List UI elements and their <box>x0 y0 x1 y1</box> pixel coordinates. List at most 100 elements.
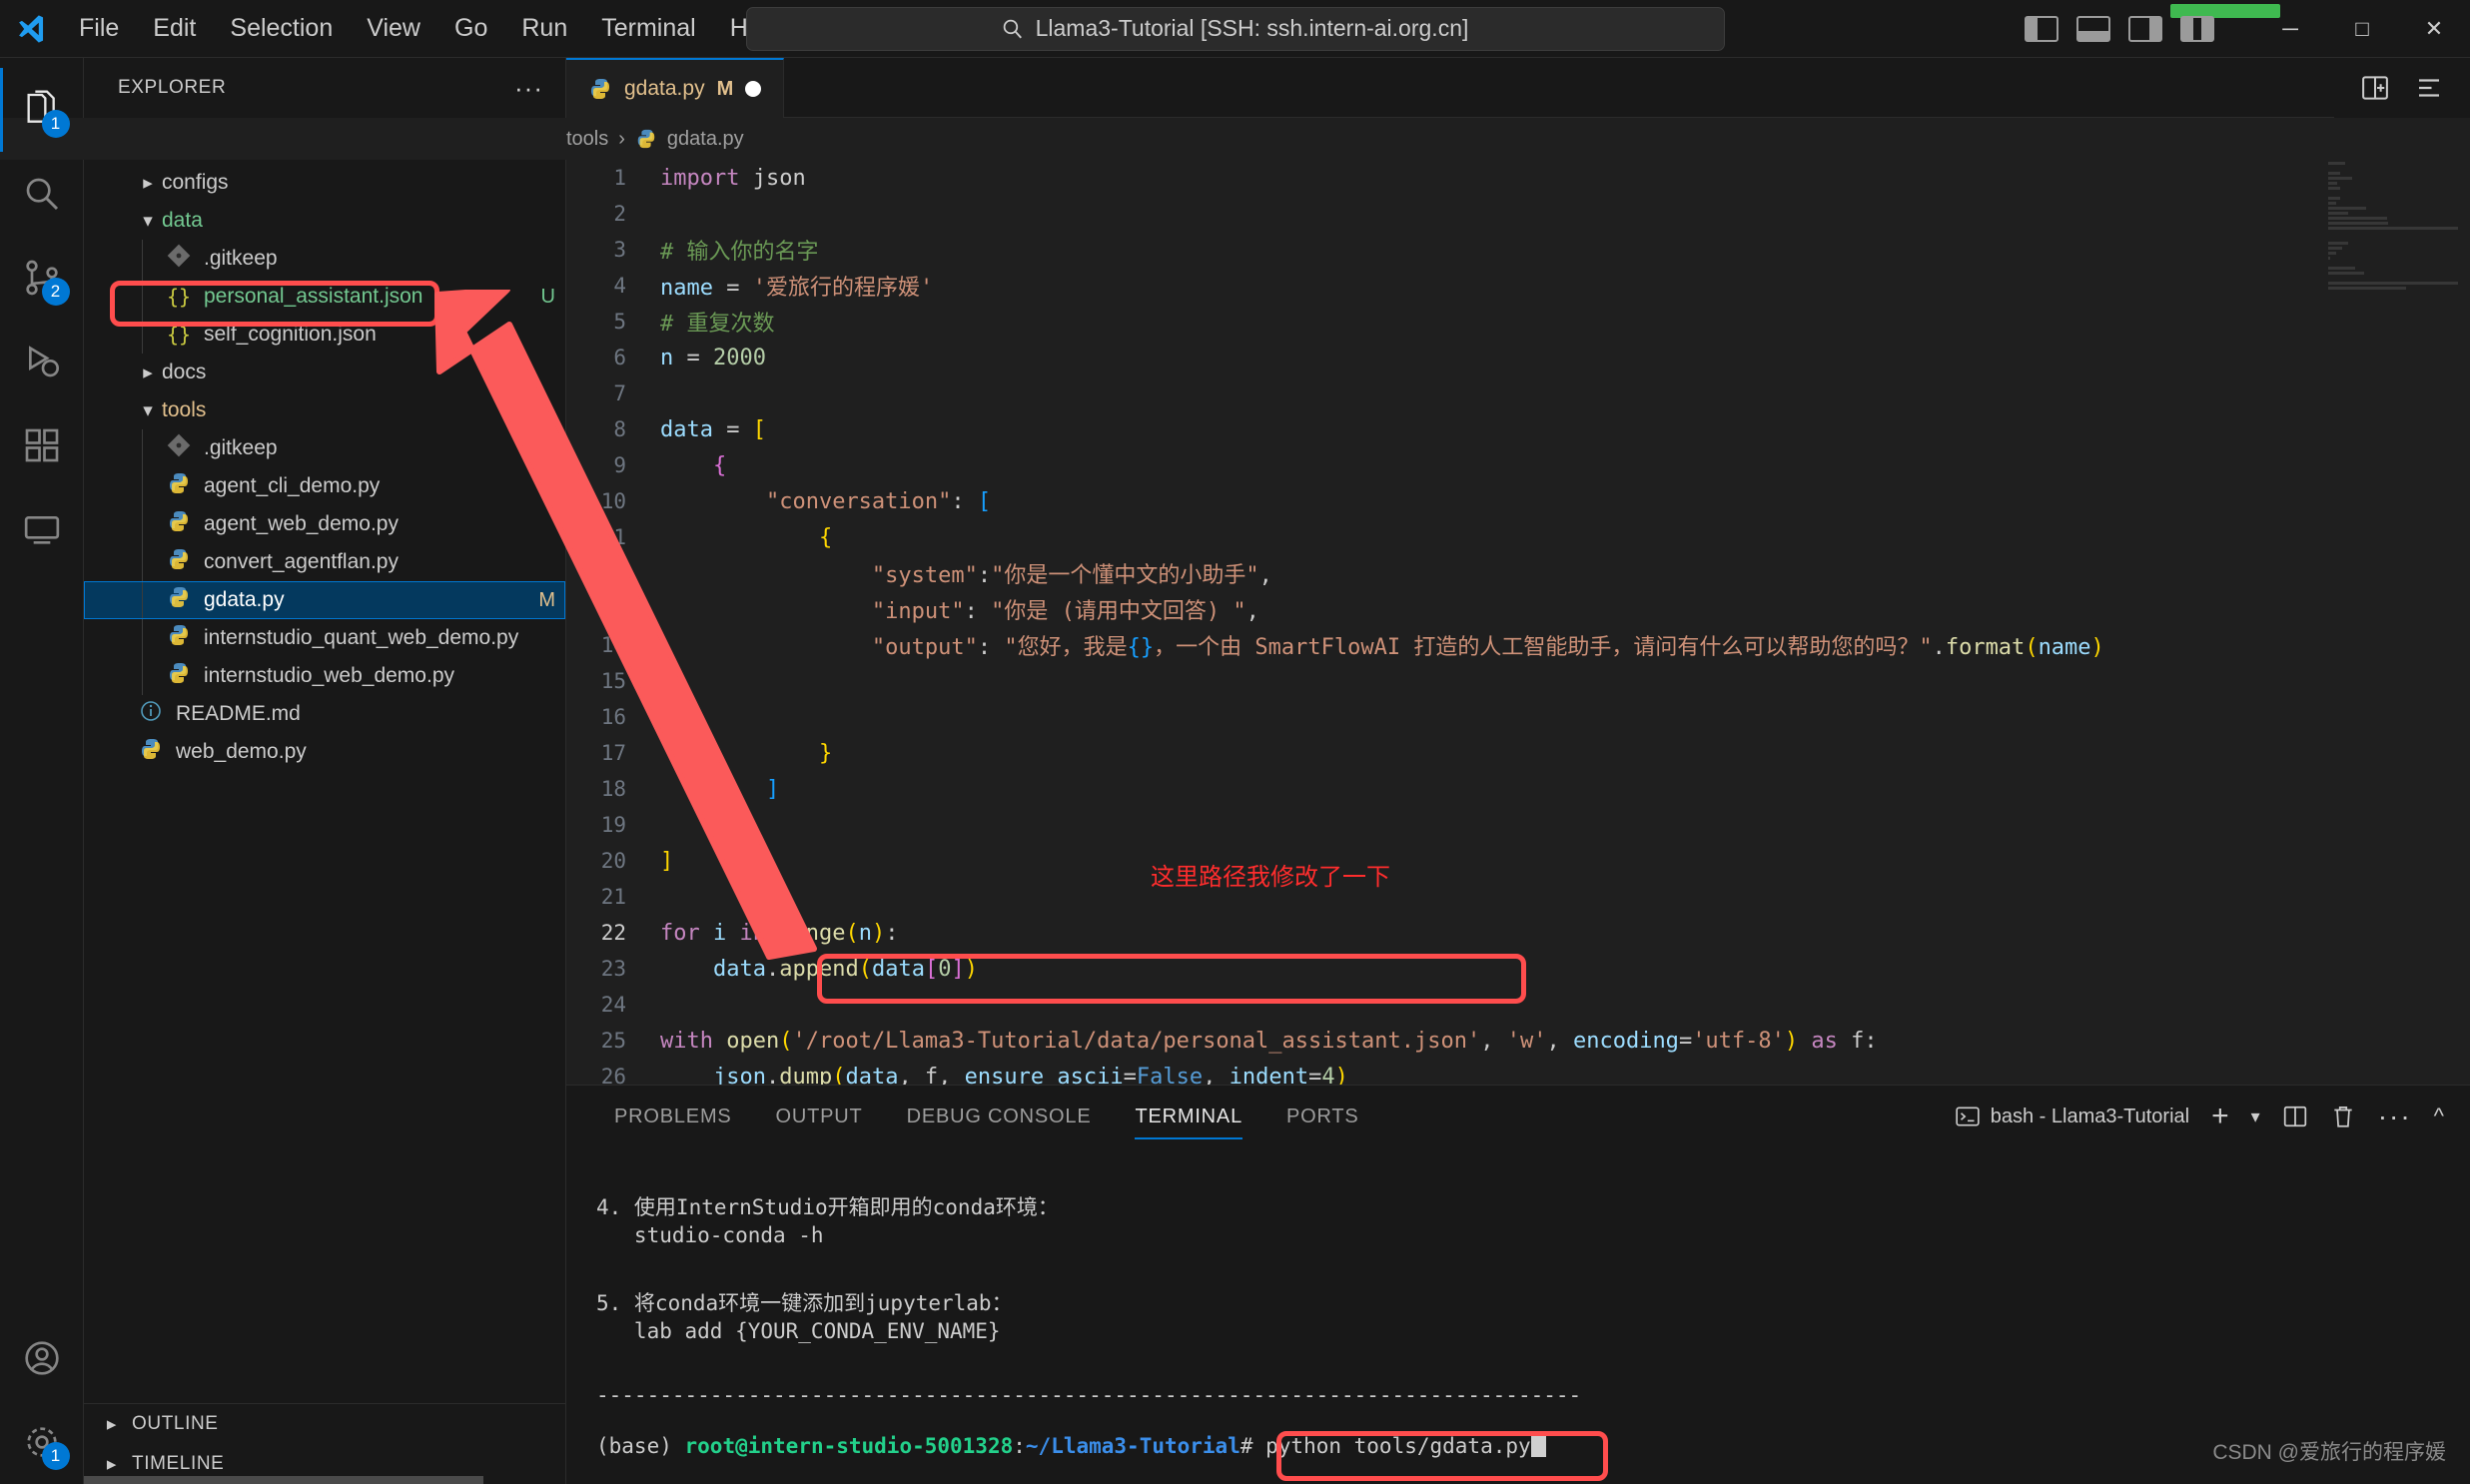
activity-settings[interactable]: 1 <box>0 1400 84 1484</box>
tree-item-internstudio-web-demo-py[interactable]: internstudio_web_demo.py <box>84 657 565 695</box>
activity-search[interactable] <box>0 152 84 236</box>
menu-run[interactable]: Run <box>504 8 584 49</box>
toggle-panel-icon[interactable] <box>2076 15 2110 42</box>
code-line-20[interactable]: 20] <box>566 843 2470 879</box>
split-editor-icon[interactable] <box>2360 73 2390 103</box>
more-actions-icon[interactable]: ··· <box>2378 1101 2412 1132</box>
chevron-down-icon[interactable]: ▾ <box>2251 1107 2260 1127</box>
breadcrumb-folder[interactable]: tools <box>566 128 608 151</box>
chevron-right-icon[interactable]: ▸ <box>134 362 162 384</box>
breadcrumb[interactable]: tools › gdata.py <box>0 118 2470 160</box>
code-editor[interactable]: 1 import json 2 3 # 输入你的名字 4 name = '爱旅行的程序媛' 5… <box>566 160 2470 1085</box>
sidebar-panel-outline[interactable]: ▸ OUTLINE <box>84 1404 565 1444</box>
tree-item-data[interactable]: ▾ data <box>84 202 565 240</box>
tree-item-internstudio-quant-web-demo-py[interactable]: internstudio_quant_web_demo.py <box>84 619 565 657</box>
minimap[interactable] <box>2320 160 2470 1085</box>
code-line-19[interactable]: 19 } <box>566 807 2470 843</box>
tree-item--gitkeep[interactable]: .gitkeep <box>84 240 565 278</box>
activity-run-debug[interactable] <box>0 320 84 403</box>
tab-problems[interactable]: PROBLEMS <box>592 1086 754 1147</box>
code-line-7[interactable]: 7 <box>566 375 2470 411</box>
split-terminal-icon[interactable] <box>2282 1104 2308 1129</box>
tree-item-configs[interactable]: ▸ configs <box>84 164 565 202</box>
tree-item-readme-md[interactable]: README.md <box>84 695 565 733</box>
tab-debug-console[interactable]: DEBUG CONSOLE <box>885 1086 1114 1147</box>
code-line-24[interactable]: 24 <box>566 987 2470 1023</box>
code-line-23[interactable]: 23 data.append(data[0]) <box>566 951 2470 987</box>
code-line-25[interactable]: 25 with open('/root/Llama3-Tutorial/data/… <box>566 1023 2470 1059</box>
activity-remote-explorer[interactable] <box>0 487 84 571</box>
new-terminal-icon[interactable]: + <box>2211 1100 2229 1133</box>
code-line-1[interactable]: 1 import json <box>566 160 2470 196</box>
tree-item-docs[interactable]: ▸ docs <box>84 354 565 391</box>
tree-item-tools[interactable]: ▾ tools <box>84 391 565 429</box>
menu-file[interactable]: File <box>62 8 136 49</box>
activity-explorer[interactable]: 1 <box>0 68 84 152</box>
customize-layout-icon[interactable] <box>2180 15 2214 42</box>
toggle-secondary-sidebar-icon[interactable] <box>2128 15 2162 42</box>
command-center-search[interactable]: Llama3-Tutorial [SSH: ssh.intern-ai.org.… <box>745 6 1725 51</box>
tree-item-convert-agentflan-py[interactable]: convert_agentflan.py <box>84 543 565 581</box>
menu-view[interactable]: View <box>350 8 437 49</box>
horizontal-scrollbar[interactable] <box>84 1476 483 1484</box>
code-line-12[interactable]: 12 "system":"你是一个懂中文的小助手", <box>566 555 2470 591</box>
activity-accounts[interactable] <box>0 1316 84 1400</box>
menu-terminal[interactable]: Terminal <box>584 8 712 49</box>
maximize-panel-icon[interactable]: ^ <box>2434 1104 2444 1129</box>
tab-ports[interactable]: PORTS <box>1264 1086 1381 1147</box>
close-button[interactable]: ✕ <box>2398 0 2470 58</box>
code-line-17[interactable]: 17 } <box>566 735 2470 771</box>
menu-selection[interactable]: Selection <box>213 8 350 49</box>
tree-item-personal-assistant-json[interactable]: {} personal_assistant.json U <box>84 278 565 316</box>
terminal-selector[interactable]: bash - Llama3-Tutorial <box>1955 1104 2189 1129</box>
terminal-output[interactable]: 4. 使用InternStudio开箱即用的conda环境： studio-co… <box>566 1147 2470 1484</box>
tree-item-agent-web-demo-py[interactable]: agent_web_demo.py <box>84 505 565 543</box>
code-line-9[interactable]: 9 { <box>566 447 2470 483</box>
activity-source-control[interactable]: 2 <box>0 236 84 320</box>
code-line-8[interactable]: 8 data = [ <box>566 411 2470 447</box>
tree-item-gdata-py[interactable]: gdata.py M <box>84 581 565 619</box>
tree-item-web-demo-py[interactable]: web_demo.py <box>84 733 565 771</box>
terminal-prompt-line[interactable]: (base) root@intern-studio-5001328:~/Llam… <box>596 1433 2440 1465</box>
file-tree[interactable]: ▸ configs ▾ data .gitkeep{} personal_assistan… <box>84 164 565 1403</box>
code-lines[interactable]: 1 import json 2 3 # 输入你的名字 4 name = '爱旅行的程序媛' 5… <box>566 160 2470 1086</box>
code-line-14[interactable]: 14 "output": "您好，我是{}，一个由 SmartFlowAI 打造… <box>566 627 2470 663</box>
menu-go[interactable]: Go <box>437 8 504 49</box>
sidebar-more-actions-icon[interactable]: ··· <box>514 73 543 104</box>
code-line-10[interactable]: 10 "conversation": [ <box>566 483 2470 519</box>
tree-item--gitkeep[interactable]: .gitkeep <box>84 429 565 467</box>
tree-item-self-cognition-json[interactable]: {} self_cognition.json <box>84 316 565 354</box>
code-line-22[interactable]: 22 for i in range(n): <box>566 915 2470 951</box>
tab-terminal[interactable]: TERMINAL <box>1113 1086 1264 1147</box>
menu-bar[interactable]: File Edit Selection View Go Run Terminal… <box>62 8 798 49</box>
tab-output[interactable]: OUTPUT <box>754 1086 885 1147</box>
code-line-13[interactable]: 13 "input": "你是 (请用中文回答) ", <box>566 591 2470 627</box>
toggle-primary-sidebar-icon[interactable] <box>2025 15 2058 42</box>
code-line-16[interactable]: 16 <box>566 699 2470 735</box>
more-actions-icon[interactable] <box>2414 73 2444 103</box>
panel-tab-bar[interactable]: PROBLEMS OUTPUT DEBUG CONSOLE TERMINAL P… <box>566 1086 2470 1147</box>
code-line-6[interactable]: 6 n = 2000 <box>566 340 2470 375</box>
code-line-18[interactable]: 18 ] <box>566 771 2470 807</box>
code-line-11[interactable]: 11 { <box>566 519 2470 555</box>
trash-icon[interactable] <box>2330 1104 2356 1129</box>
chevron-down-icon[interactable]: ▾ <box>134 210 162 233</box>
code-line-26[interactable]: 26 json.dump(data, f, ensure_ascii=False… <box>566 1059 2470 1086</box>
code-line-3[interactable]: 3 # 输入你的名字 <box>566 232 2470 268</box>
tab-gdata-py[interactable]: gdata.py M <box>566 58 785 118</box>
code-line-2[interactable]: 2 <box>566 196 2470 232</box>
code-line-15[interactable]: 15 <box>566 663 2470 699</box>
chevron-right-icon[interactable]: ▸ <box>134 172 162 195</box>
code-line-5[interactable]: 5 # 重复次数 <box>566 304 2470 340</box>
chevron-down-icon[interactable]: ▾ <box>134 399 162 422</box>
tab-dirty-indicator[interactable] <box>745 81 762 97</box>
maximize-button[interactable]: □ <box>2326 0 2398 58</box>
code-line-21[interactable]: 21 <box>566 879 2470 915</box>
tree-item-agent-cli-demo-py[interactable]: agent_cli_demo.py <box>84 467 565 505</box>
code-line-4[interactable]: 4 name = '爱旅行的程序媛' <box>566 268 2470 304</box>
breadcrumb-file[interactable]: gdata.py <box>667 128 744 151</box>
menu-edit[interactable]: Edit <box>136 8 213 49</box>
activity-extensions[interactable] <box>0 403 84 487</box>
terminal-command[interactable]: python tools/gdata.py <box>1265 1434 1531 1458</box>
